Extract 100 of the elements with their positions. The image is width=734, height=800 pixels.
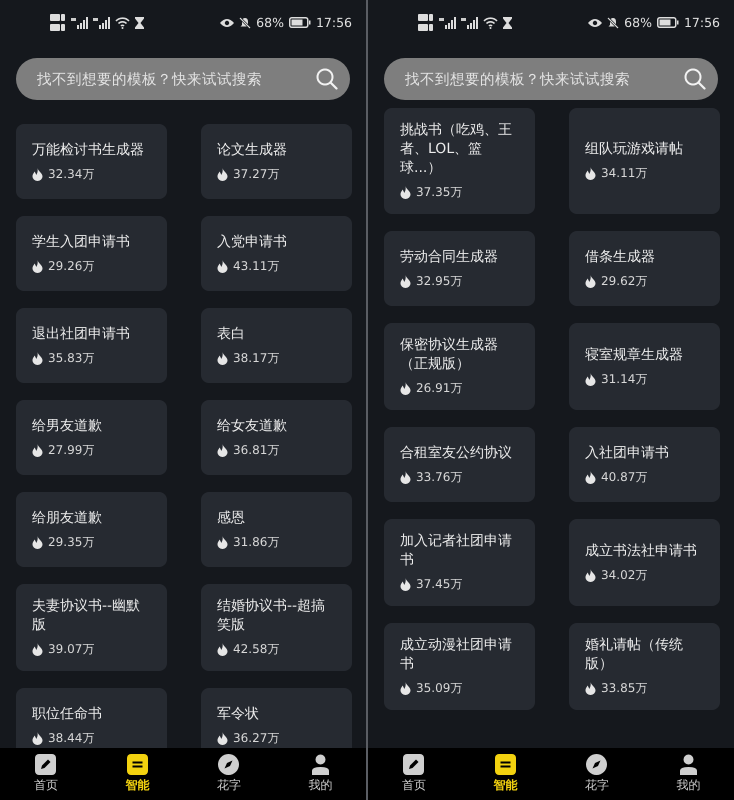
template-card[interactable]: 结婚协议书--超搞笑版 42.58万 bbox=[201, 584, 352, 671]
nav-tab[interactable]: 我的 bbox=[642, 748, 734, 800]
bell-off-icon bbox=[607, 16, 620, 28]
usage-count: 26.91万 bbox=[416, 380, 462, 397]
template-card[interactable]: 夫妻协议书--幽默版 39.07万 bbox=[16, 584, 167, 671]
template-card[interactable]: 组队玩游戏请帖 34.11万 bbox=[569, 108, 720, 214]
template-card[interactable]: 学生入团申请书 29.26万 bbox=[16, 216, 167, 291]
usage-count: 29.35万 bbox=[48, 534, 94, 550]
template-card[interactable]: 军令状 36.27万 bbox=[201, 688, 352, 748]
flame-icon bbox=[585, 568, 596, 582]
hd-icon bbox=[50, 12, 66, 32]
usage-count: 33.76万 bbox=[416, 468, 462, 486]
template-card[interactable]: 给男友道歉 27.99万 bbox=[16, 400, 167, 475]
template-card[interactable]: 给女友道歉 36.81万 bbox=[201, 400, 352, 475]
flame-icon bbox=[400, 682, 411, 695]
person-icon bbox=[310, 754, 331, 775]
search-icon[interactable] bbox=[316, 68, 338, 90]
clock-time: 17:56 bbox=[316, 15, 352, 30]
signal-icon bbox=[71, 16, 88, 28]
battery-percent: 68% bbox=[624, 15, 652, 30]
template-title: 给男友道歉 bbox=[32, 416, 103, 436]
template-card[interactable]: 给朋友道歉 29.35万 bbox=[16, 492, 167, 567]
template-title: 给女友道歉 bbox=[217, 416, 288, 436]
wifi-icon bbox=[483, 16, 498, 28]
template-card[interactable]: 借条生成器 29.62万 bbox=[569, 231, 720, 306]
nav-tab[interactable]: 我的 bbox=[274, 748, 366, 800]
template-card[interactable]: 表白 38.17万 bbox=[201, 308, 352, 383]
nav-tab[interactable]: 花字 bbox=[551, 748, 642, 800]
usage-count: 32.34万 bbox=[48, 166, 94, 182]
flame-icon bbox=[217, 444, 228, 456]
usage-count: 37.35万 bbox=[416, 184, 462, 201]
template-card[interactable]: 加入记者社团申请书 37.45万 bbox=[384, 519, 535, 606]
usage-count: 38.44万 bbox=[48, 730, 94, 746]
eye-icon bbox=[588, 18, 602, 28]
hourglass-icon bbox=[135, 16, 144, 28]
template-card[interactable]: 万能检讨书生成器 32.34万 bbox=[16, 124, 167, 199]
flame-icon bbox=[585, 274, 596, 288]
flame-icon bbox=[217, 168, 228, 180]
usage-count: 37.27万 bbox=[233, 166, 280, 182]
usage-count: 42.58万 bbox=[233, 641, 280, 658]
search-placeholder: 找不到想要的模板？快来试试搜索 bbox=[405, 70, 630, 88]
usage-count: 39.07万 bbox=[48, 641, 94, 658]
nav-tab[interactable]: 首页 bbox=[368, 748, 460, 800]
flame-icon bbox=[32, 444, 43, 456]
template-title: 表白 bbox=[217, 324, 246, 344]
compass-icon bbox=[586, 754, 608, 775]
template-title: 入社团申请书 bbox=[585, 444, 670, 462]
template-title: 婚礼请帖（传统版） bbox=[585, 636, 684, 674]
nav-tab[interactable]: 智能 bbox=[460, 748, 551, 800]
template-card[interactable]: 职位任命书 38.44万 bbox=[16, 688, 167, 748]
nav-tab[interactable]: 花字 bbox=[183, 748, 274, 800]
battery-icon bbox=[288, 17, 311, 28]
flame-icon bbox=[400, 578, 411, 591]
template-card[interactable]: 寝室规章生成器 31.14万 bbox=[569, 323, 720, 410]
template-card[interactable]: 入党申请书 43.11万 bbox=[201, 216, 352, 291]
signal-icon bbox=[93, 16, 110, 28]
template-title: 加入记者社团申请书 bbox=[400, 532, 513, 570]
flame-icon bbox=[217, 352, 228, 364]
pencil-icon bbox=[403, 754, 424, 775]
template-card[interactable]: 论文生成器 37.27万 bbox=[201, 124, 352, 199]
usage-count: 38.17万 bbox=[233, 350, 280, 366]
flame-icon bbox=[585, 470, 596, 484]
flame-icon bbox=[585, 167, 596, 180]
template-card[interactable]: 劳动合同生成器 32.95万 bbox=[384, 231, 535, 306]
template-card[interactable]: 入社团申请书 40.87万 bbox=[569, 427, 720, 502]
lines-icon bbox=[494, 754, 516, 775]
flame-icon bbox=[400, 470, 411, 484]
usage-count: 36.27万 bbox=[233, 730, 280, 746]
template-card[interactable]: 合租室友公约协议 33.76万 bbox=[384, 427, 535, 502]
flame-icon bbox=[217, 260, 228, 272]
template-card[interactable]: 成立书法社申请书 34.02万 bbox=[569, 519, 720, 606]
usage-count: 32.95万 bbox=[416, 272, 462, 290]
template-card[interactable]: 退出社团申请书 35.83万 bbox=[16, 308, 167, 383]
signal-icon bbox=[461, 16, 478, 28]
template-title: 成立动漫社团申请书 bbox=[400, 636, 513, 674]
template-card[interactable]: 成立动漫社团申请书 35.09万 bbox=[384, 623, 535, 710]
usage-count: 34.11万 bbox=[601, 165, 648, 182]
flame-icon bbox=[32, 643, 43, 656]
usage-count: 43.11万 bbox=[233, 258, 280, 274]
flame-icon bbox=[32, 732, 43, 744]
template-title: 组队玩游戏请帖 bbox=[585, 140, 684, 159]
template-card[interactable]: 婚礼请帖（传统版） 33.85万 bbox=[569, 623, 720, 710]
template-title: 成立书法社申请书 bbox=[585, 542, 698, 560]
flame-icon bbox=[400, 382, 411, 395]
search-icon[interactable] bbox=[684, 68, 706, 90]
flame-icon bbox=[32, 260, 43, 272]
flame-icon bbox=[400, 186, 411, 199]
template-card[interactable]: 感恩 31.86万 bbox=[201, 492, 352, 567]
template-title: 军令状 bbox=[217, 704, 260, 724]
template-card[interactable]: 挑战书（吃鸡、王者、LOL、篮球...） 37.35万 bbox=[384, 108, 535, 214]
hd-icon bbox=[418, 12, 434, 32]
template-title: 给朋友道歉 bbox=[32, 508, 103, 528]
nav-tab[interactable]: 智能 bbox=[92, 748, 183, 800]
template-title: 学生入团申请书 bbox=[32, 232, 131, 252]
usage-count: 29.26万 bbox=[48, 258, 94, 274]
flame-icon bbox=[217, 732, 228, 744]
signal-icon bbox=[439, 16, 456, 28]
nav-tab[interactable]: 首页 bbox=[0, 748, 92, 800]
template-title: 感恩 bbox=[217, 508, 246, 528]
template-card[interactable]: 保密协议生成器（正规版） 26.91万 bbox=[384, 323, 535, 410]
